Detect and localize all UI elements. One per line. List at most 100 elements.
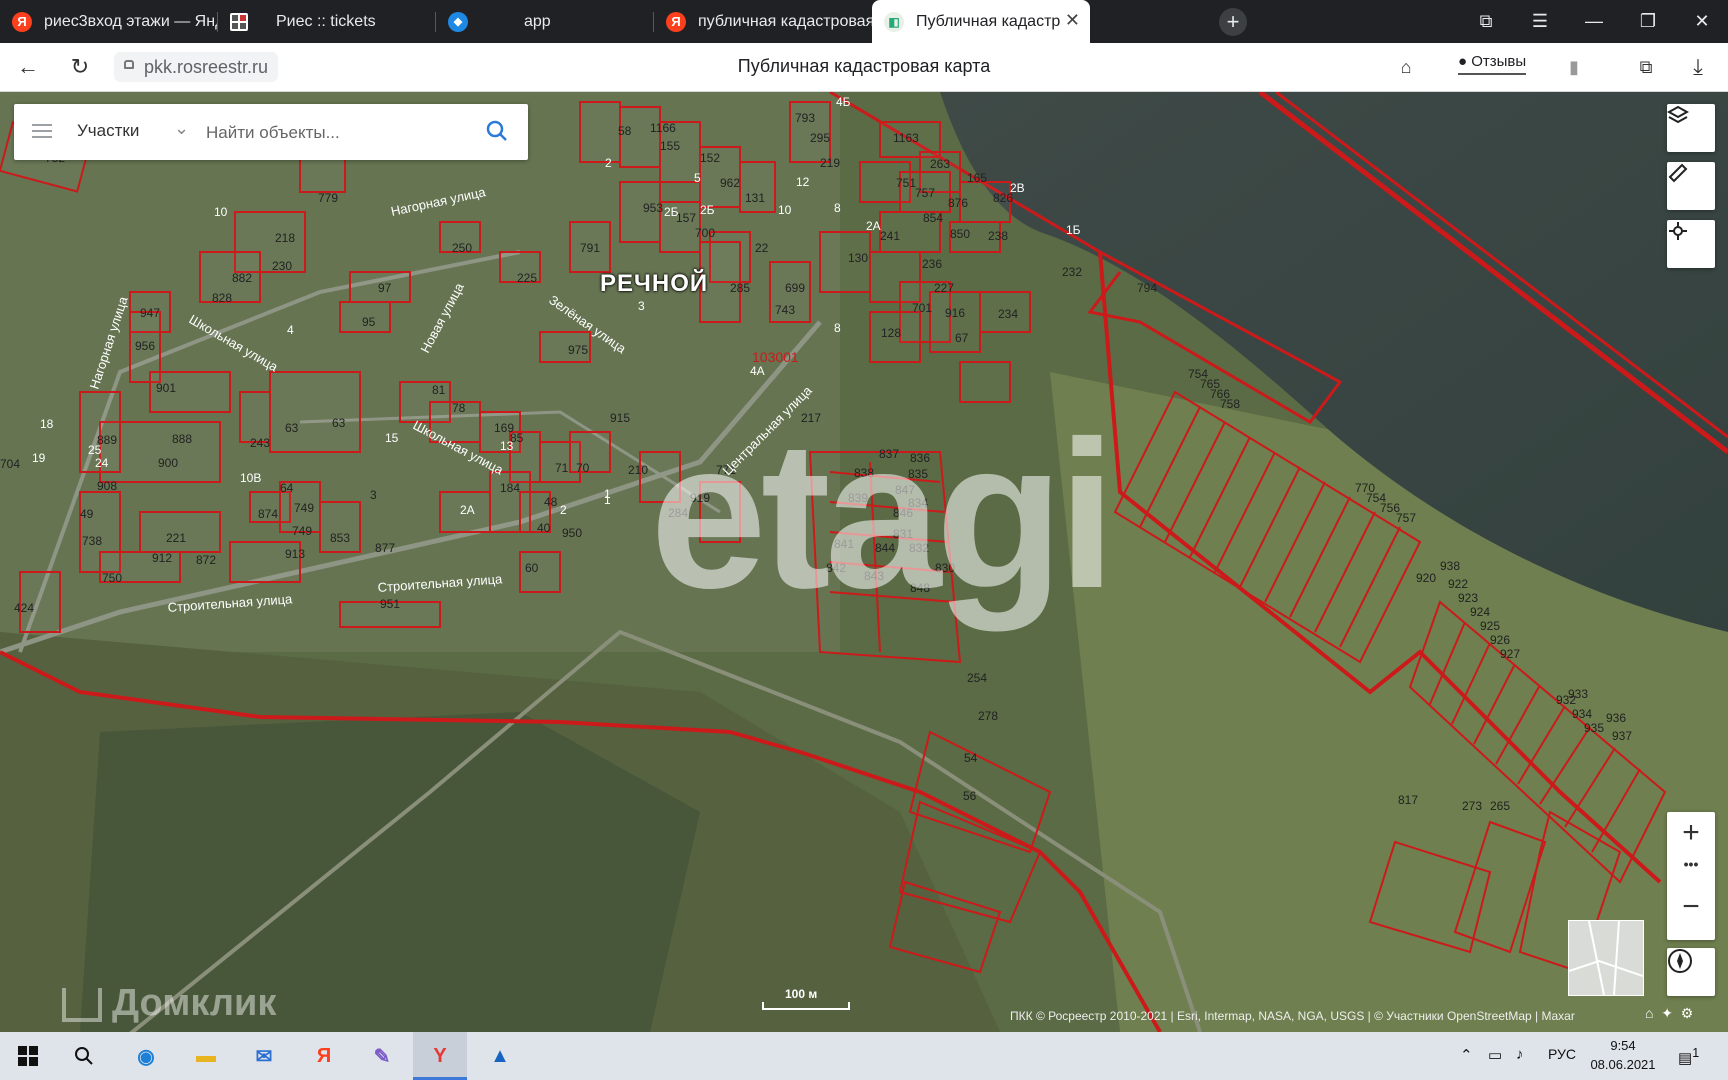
svg-text:2А: 2А — [460, 503, 475, 517]
paint-icon[interactable]: ✎ — [366, 1040, 398, 1072]
svg-text:2А: 2А — [866, 219, 881, 233]
close-window-icon[interactable]: ✕ — [1678, 0, 1726, 43]
map-attribution: ПКК © Росреестр 2010-2021 | Esri, Interm… — [1010, 1009, 1575, 1023]
overview-minimap[interactable] — [1568, 920, 1644, 996]
svg-text:750: 750 — [102, 571, 122, 585]
svg-text:64: 64 — [280, 481, 294, 495]
svg-text:254: 254 — [967, 671, 987, 685]
minimap-roads — [1569, 921, 1643, 995]
tab-yandex-search[interactable]: Я риес3вход этажи — Яндекс — [0, 0, 218, 43]
svg-text:131: 131 — [745, 191, 765, 205]
zoom-in-button[interactable]: + — [1667, 816, 1715, 850]
locate-button[interactable] — [1667, 220, 1715, 268]
layers-button[interactable] — [1667, 104, 1715, 152]
volume-icon[interactable]: ♪ — [1516, 1046, 1524, 1063]
svg-text:749: 749 — [292, 524, 312, 538]
svg-text:218: 218 — [275, 231, 295, 245]
language-indicator[interactable]: РУС — [1548, 1046, 1576, 1062]
svg-text:48: 48 — [544, 495, 558, 509]
search-icon[interactable] — [68, 1040, 100, 1072]
svg-text:962: 962 — [720, 176, 740, 190]
map-search-panel: Участки ⌄ — [14, 104, 528, 160]
svg-text:877: 877 — [375, 541, 395, 555]
svg-text:49: 49 — [80, 507, 94, 521]
object-type-select[interactable]: Участки — [77, 121, 139, 141]
svg-text:234: 234 — [998, 307, 1018, 321]
svg-text:779: 779 — [318, 191, 338, 205]
chevron-down-icon[interactable]: ⌄ — [174, 118, 189, 139]
svg-text:2: 2 — [605, 156, 612, 170]
svg-text:1: 1 — [604, 493, 611, 507]
svg-text:295: 295 — [810, 131, 830, 145]
photos-icon[interactable]: ▲ — [484, 1040, 516, 1072]
chevron-up-icon[interactable]: ⌃ — [1460, 1046, 1473, 1064]
ruler-button[interactable] — [1667, 162, 1715, 210]
menu-icon[interactable]: ☰ — [1516, 0, 1564, 43]
svg-text:936: 936 — [1606, 711, 1626, 725]
search-icon[interactable] — [486, 120, 508, 142]
collections-icon[interactable]: ⧉ — [1630, 51, 1662, 83]
close-tab-icon[interactable]: ✕ — [1065, 10, 1080, 31]
tab-cadastral-yandex[interactable]: Я публичная кадастровая карта — [654, 0, 872, 43]
svg-text:4Б: 4Б — [836, 95, 851, 109]
zoom-controls: + ••• − — [1667, 812, 1715, 940]
collections-icon[interactable]: ⧉ — [1462, 0, 1510, 43]
notifications-icon[interactable]: ▤1 — [1678, 1046, 1699, 1067]
svg-text:227: 227 — [934, 281, 954, 295]
svg-text:758: 758 — [1220, 397, 1240, 411]
download-icon[interactable]: ⤓ — [1682, 51, 1714, 83]
svg-text:757: 757 — [1396, 511, 1416, 525]
svg-text:3: 3 — [370, 488, 377, 502]
svg-text:1166: 1166 — [650, 121, 676, 135]
svg-text:793: 793 — [795, 111, 815, 125]
svg-text:243: 243 — [250, 436, 270, 450]
extension-icon[interactable]: ⌂ — [1390, 51, 1422, 83]
svg-text:165: 165 — [967, 171, 987, 185]
svg-text:743: 743 — [775, 303, 795, 317]
home-icon[interactable]: ⌂ — [1645, 1005, 1653, 1021]
svg-text:8: 8 — [834, 201, 841, 215]
svg-text:791: 791 — [580, 241, 600, 255]
reviews-button[interactable]: ● Отзывы — [1458, 53, 1527, 75]
settings-icon[interactable]: ⚙ — [1681, 1005, 1694, 1021]
svg-text:2: 2 — [560, 503, 567, 517]
search-input[interactable] — [204, 118, 478, 148]
yandex-icon[interactable]: Я — [308, 1040, 340, 1072]
attribution-icons: ⌂ ✦ ⚙ — [1645, 1005, 1693, 1022]
svg-text:933: 933 — [1568, 687, 1588, 701]
svg-text:25: 25 — [88, 443, 102, 457]
svg-text:70: 70 — [576, 461, 590, 475]
edge-icon[interactable]: ◉ — [130, 1040, 162, 1072]
hamburger-menu-icon[interactable] — [32, 124, 52, 138]
yandex-browser-icon[interactable]: Y — [424, 1040, 456, 1072]
zoom-out-button[interactable]: − — [1667, 890, 1715, 924]
tab-tickets[interactable]: Риес :: tickets — [218, 0, 436, 43]
mail-icon[interactable]: ✉ — [248, 1040, 280, 1072]
svg-text:238: 238 — [988, 229, 1008, 243]
svg-text:757: 757 — [915, 186, 935, 200]
file-explorer-icon[interactable]: ▬ — [190, 1040, 222, 1072]
pin-icon[interactable]: ✦ — [1661, 1005, 1673, 1021]
zoom-more-button[interactable]: ••• — [1667, 856, 1715, 872]
tab-app[interactable]: ◆ app — [436, 0, 654, 43]
svg-text:951: 951 — [380, 597, 400, 611]
svg-text:817: 817 — [1398, 793, 1418, 807]
windows-start-icon[interactable] — [12, 1040, 44, 1072]
minimize-icon[interactable]: — — [1570, 0, 1618, 43]
system-clock[interactable]: 9:54 08.06.2021 — [1578, 1036, 1668, 1074]
cadastral-map[interactable]: 73258 1166155 152962 1311163 263165 7932… — [0, 92, 1728, 1032]
svg-text:913: 913 — [285, 547, 305, 561]
svg-text:2Б: 2Б — [700, 203, 715, 217]
layers-icon — [1667, 105, 1689, 124]
svg-text:900: 900 — [158, 456, 178, 470]
tab-label: Риес :: tickets — [276, 12, 376, 30]
svg-text:700: 700 — [695, 226, 715, 240]
svg-text:15: 15 — [385, 431, 399, 445]
restore-icon[interactable]: ❐ — [1624, 0, 1672, 43]
compass-button[interactable] — [1667, 948, 1715, 996]
network-icon[interactable]: ▭ — [1488, 1046, 1502, 1064]
svg-text:926: 926 — [1490, 633, 1510, 647]
new-tab-button[interactable]: + — [1219, 8, 1247, 36]
bookmark-icon[interactable]: ▮ — [1558, 51, 1590, 83]
tab-cadastral-active[interactable]: ◧ Публичная кадастровая карта ✕ — [872, 0, 1090, 43]
